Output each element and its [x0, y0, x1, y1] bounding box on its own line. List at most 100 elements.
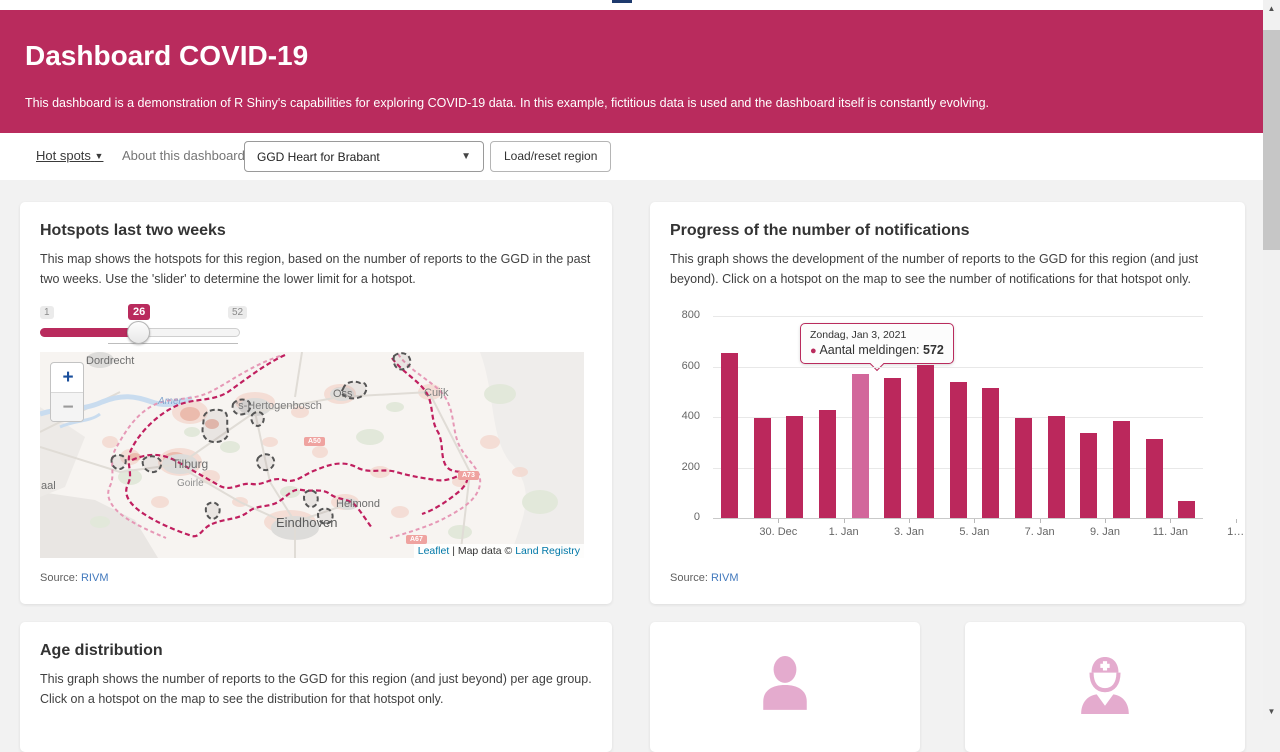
- chart-bar[interactable]: [786, 416, 803, 518]
- age-card-description: This graph shows the number of reports t…: [40, 670, 592, 710]
- x-axis-tick-label: 30. Dec: [759, 526, 797, 538]
- map-attribution: Leaflet | Map data © Land Registry: [414, 544, 584, 558]
- tab-loading-indicator: [612, 0, 632, 3]
- chart-bar[interactable]: [1146, 439, 1163, 518]
- x-axis-tick-label: 1. Jan: [829, 526, 859, 538]
- chart-bar[interactable]: [819, 410, 836, 518]
- x-axis-tick: [1170, 519, 1171, 523]
- map-zoom-control: + −: [50, 362, 84, 422]
- source-line: Source: RIVM: [40, 572, 108, 584]
- notifications-card-description: This graph shows the development of the …: [670, 250, 1230, 290]
- chart-bar[interactable]: [982, 388, 999, 518]
- x-axis-tick-label: 3. Jan: [894, 526, 924, 538]
- chart-bar[interactable]: [721, 353, 738, 518]
- x-axis-tick: [974, 519, 975, 523]
- slider-min-label: 1: [40, 306, 54, 319]
- y-axis-tick-label: 600: [670, 360, 700, 372]
- load-reset-region-button[interactable]: Load/reset region: [490, 141, 611, 172]
- tooltip-series-label: Aantal meldingen:: [819, 343, 919, 357]
- placeholder-card-nurse: [965, 622, 1245, 752]
- region-select-value: GGD Heart for Brabant: [257, 150, 380, 164]
- x-axis-tick-label: 5. Jan: [959, 526, 989, 538]
- chart-bar[interactable]: [950, 382, 967, 518]
- chart-bar[interactable]: [1178, 501, 1195, 518]
- rivm-link[interactable]: RIVM: [81, 572, 109, 584]
- rivm-link[interactable]: RIVM: [711, 572, 739, 584]
- tab-about-label: About this dashboard: [122, 148, 245, 163]
- age-distribution-card: Age distribution This graph shows the nu…: [20, 622, 612, 752]
- source-line: Source: RIVM: [670, 572, 738, 584]
- navbar: Hot spots ▼ About this dashboard GGD Hea…: [0, 133, 1263, 180]
- tooltip-date: Zondag, Jan 3, 2021: [810, 329, 944, 341]
- hotspot-threshold-slider[interactable]: 1 26 52: [40, 306, 240, 346]
- age-card-title: Age distribution: [40, 642, 163, 660]
- chart-gridline: [713, 518, 1203, 519]
- page-scrollbar[interactable]: ▲ ▼: [1263, 0, 1280, 720]
- notifications-card-title: Progress of the number of notifications: [670, 222, 970, 240]
- chart-bar[interactable]: [1048, 416, 1065, 518]
- scrollbar-thumb[interactable]: [1263, 30, 1280, 250]
- x-axis-tick-label: 1…: [1227, 526, 1244, 538]
- map-data-text: | Map data ©: [449, 545, 515, 557]
- x-axis-tick: [1236, 519, 1237, 523]
- nurse-icon: [1076, 656, 1134, 714]
- leaflet-link[interactable]: Leaflet: [418, 545, 450, 557]
- browser-top-strip: [0, 0, 1263, 10]
- minus-icon[interactable]: −: [51, 392, 84, 421]
- source-label: Source:: [670, 572, 708, 584]
- hotspots-map[interactable]: Leaflet | Map data © Land Registry + − D…: [40, 352, 584, 558]
- tooltip-value: 572: [923, 343, 944, 357]
- hotspots-card-description: This map shows the hotspots for this reg…: [40, 250, 592, 290]
- source-label: Source:: [40, 572, 78, 584]
- slider-grid-line: [108, 343, 238, 344]
- x-axis-tick-label: 7. Jan: [1025, 526, 1055, 538]
- x-axis-tick: [909, 519, 910, 523]
- slider-handle[interactable]: [127, 321, 150, 344]
- chart-gridline: [713, 367, 1203, 368]
- x-axis-tick: [778, 519, 779, 523]
- dashboard-header: Dashboard COVID-19 This dashboard is a d…: [0, 10, 1263, 133]
- y-axis-tick-label: 800: [670, 309, 700, 321]
- page-title: Dashboard COVID-19: [25, 40, 308, 72]
- x-axis-tick-label: 11. Jan: [1153, 526, 1188, 538]
- slider-max-label: 52: [228, 306, 247, 319]
- slider-value-badge: 26: [128, 304, 150, 320]
- chart-bar[interactable]: [884, 378, 901, 518]
- x-axis-tick: [1105, 519, 1106, 523]
- chart-bar[interactable]: [1015, 418, 1032, 518]
- series-bullet-icon: ●: [810, 345, 817, 357]
- chart-bar[interactable]: [754, 418, 771, 518]
- x-axis-tick: [844, 519, 845, 523]
- land-registry-link[interactable]: Land Registry: [515, 545, 580, 557]
- y-axis-tick-label: 200: [670, 461, 700, 473]
- chart-bar[interactable]: [1113, 421, 1130, 518]
- chart-bar[interactable]: [917, 365, 934, 518]
- chart-gridline: [713, 316, 1203, 317]
- person-icon: [756, 656, 814, 714]
- scroll-down-icon[interactable]: ▼: [1263, 703, 1280, 720]
- tab-about-dashboard[interactable]: About this dashboard: [122, 148, 245, 163]
- x-axis-tick: [1040, 519, 1041, 523]
- x-axis-tick-label: 9. Jan: [1090, 526, 1120, 538]
- scroll-up-icon[interactable]: ▲: [1263, 0, 1280, 17]
- placeholder-card-person: [650, 622, 920, 752]
- chevron-down-icon: ▼: [95, 151, 104, 161]
- region-select[interactable]: GGD Heart for Brabant ▼: [244, 141, 484, 172]
- tab-hot-spots-label: Hot spots: [36, 148, 91, 163]
- hotspots-card: Hotspots last two weeks This map shows t…: [20, 202, 612, 604]
- chevron-down-icon: ▼: [461, 151, 471, 162]
- chart-tooltip: Zondag, Jan 3, 2021 ● Aantal meldingen: …: [800, 323, 954, 364]
- notifications-chart[interactable]: Zondag, Jan 3, 2021 ● Aantal meldingen: …: [663, 300, 1228, 555]
- chart-bar[interactable]: [852, 374, 869, 518]
- map-canvas: [40, 352, 584, 558]
- slider-fill: [40, 328, 139, 337]
- notifications-card: Progress of the number of notifications …: [650, 202, 1245, 604]
- hotspots-card-title: Hotspots last two weeks: [40, 222, 226, 240]
- plus-icon[interactable]: +: [51, 363, 84, 392]
- chart-bar[interactable]: [1080, 433, 1097, 518]
- y-axis-tick-label: 0: [670, 511, 700, 523]
- page-subtitle: This dashboard is a demonstration of R S…: [25, 96, 989, 110]
- tab-hot-spots[interactable]: Hot spots ▼: [36, 148, 103, 163]
- y-axis-tick-label: 400: [670, 410, 700, 422]
- tooltip-arrow: [870, 357, 884, 371]
